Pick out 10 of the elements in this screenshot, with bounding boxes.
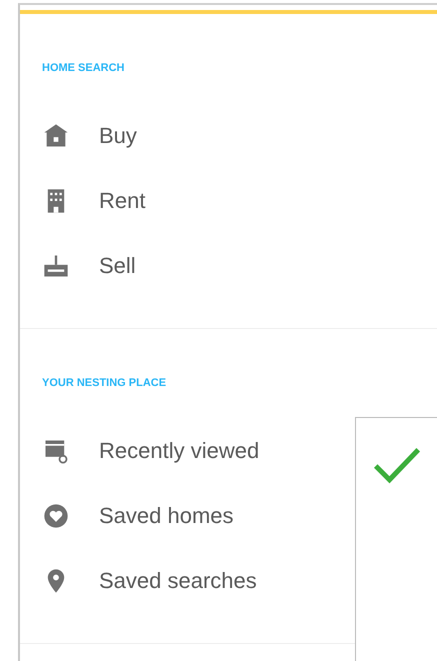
menu-item[interactable]: Buy [42,103,437,168]
menu-item[interactable]: Sell [42,233,437,298]
house-icon [42,122,70,150]
section-heading: HOME SEARCH [42,61,126,75]
menu-item[interactable]: Saved homes [42,483,437,548]
section-heading: YOUR NESTING PLACE [42,376,168,390]
menu-item[interactable]: Saved searches [42,548,437,613]
check-icon [372,446,422,486]
menu-item[interactable]: Rent [42,168,437,233]
menu-item[interactable]: Recently viewed [42,418,437,483]
